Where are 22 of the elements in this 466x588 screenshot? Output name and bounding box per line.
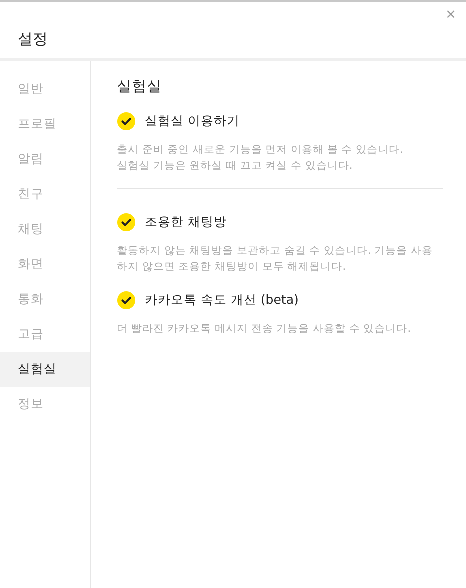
sidebar-item[interactable]: 프로필 [0, 107, 90, 142]
option-description: 출시 준비 중인 새로운 기능을 먼저 이용해 볼 수 있습니다. 실험실 기능은 원하실 때 끄고 켜실 수 있습니다. [117, 143, 404, 174]
sidebar-item[interactable]: 통화 [0, 282, 90, 317]
sidebar-item[interactable]: 친구 [0, 177, 90, 212]
sidebar-item[interactable]: 정보 [0, 387, 90, 422]
section-heading: 실험실 [117, 78, 163, 96]
sidebar-item[interactable]: 채팅 [0, 212, 90, 247]
sidebar-item[interactable]: 일반 [0, 72, 90, 107]
window-title: 설정 [18, 29, 48, 49]
checked-icon[interactable] [117, 112, 136, 130]
option-description: 더 빨라진 카카오톡 메시지 전송 기능을 사용할 수 있습니다. [117, 322, 412, 337]
option-label: 카카오톡 속도 개선 (beta) [145, 292, 299, 308]
option-description: 활동하지 않는 채팅방을 보관하고 숨길 수 있습니다. 기능을 사용 하지 않으면 조용한 채팅방이 모두 해제됩니다. [117, 244, 434, 274]
option-label: 조용한 채팅방 [145, 214, 227, 230]
sidebar-item[interactable]: 알림 [0, 142, 90, 177]
sidebar-item[interactable]: 고급 [0, 317, 90, 352]
sidebar-item[interactable]: 화면 [0, 247, 90, 282]
option-label: 실험실 이용하기 [145, 112, 240, 130]
sidebar-item[interactable]: 실험실 [0, 352, 90, 387]
checked-icon[interactable] [117, 212, 136, 232]
close-button[interactable]: × [444, 6, 458, 24]
checked-icon[interactable] [117, 290, 136, 310]
